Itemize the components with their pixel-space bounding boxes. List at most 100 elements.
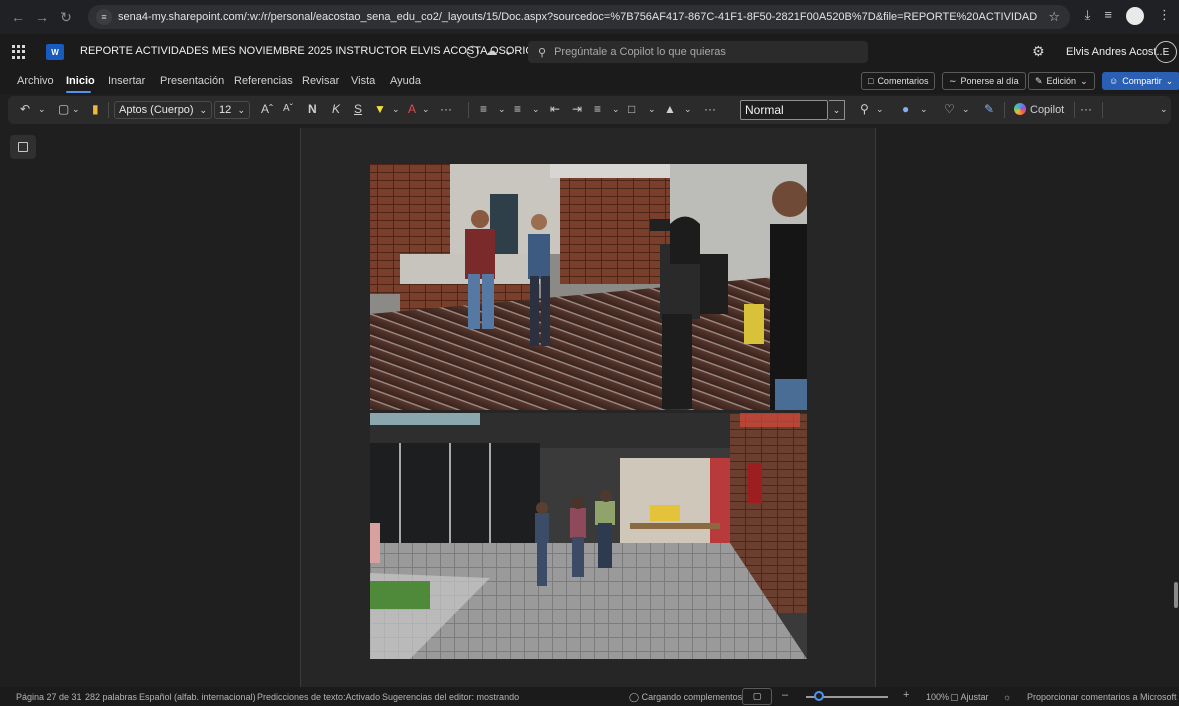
style-select[interactable]: Normal	[740, 100, 828, 120]
shield-icon[interactable]: ◯	[466, 44, 479, 58]
tab-vista[interactable]: Vista	[351, 75, 375, 87]
underline-button[interactable]: S	[354, 102, 362, 116]
chevron-down-icon[interactable]: ⌄	[829, 100, 845, 120]
focus-brightness-icon[interactable]: ☼	[1003, 692, 1011, 702]
chevron-down-icon[interactable]: ⌄	[72, 104, 80, 115]
fit-icon: ▢	[950, 692, 961, 702]
dictate-microphone-icon[interactable]: ●	[902, 102, 909, 116]
chevron-down-icon[interactable]: ⌄	[392, 104, 400, 115]
extensions-icon[interactable]: ≡	[1104, 7, 1112, 25]
tab-ayuda[interactable]: Ayuda	[390, 75, 421, 87]
zoom-slider-thumb[interactable]	[814, 691, 825, 701]
chevron-down-icon[interactable]: ⌄	[648, 104, 656, 115]
document-photo-indoor[interactable]	[370, 164, 807, 410]
fit-label: Ajustar	[960, 692, 989, 702]
font-name-select[interactable]: Aptos (Cuerpo) ⌄	[114, 101, 212, 119]
url-text[interactable]: sena4-my.sharepoint.com/:w:/r/personal/e…	[118, 11, 1038, 23]
forward-icon[interactable]: →	[32, 7, 52, 27]
user-name[interactable]: Elvis Andres Acost...	[1066, 46, 1166, 58]
back-icon[interactable]: ←	[8, 7, 28, 27]
more-options-icon[interactable]: ···	[1080, 102, 1092, 116]
catch-up-button[interactable]: ∼ Ponerse al día	[942, 72, 1026, 90]
download-icon[interactable]: ⤓	[1085, 7, 1091, 25]
chevron-down-icon[interactable]: ⌄	[962, 104, 970, 115]
font-size-value: 12	[219, 104, 232, 116]
font-color-icon[interactable]: A	[408, 102, 416, 116]
numbering-icon[interactable]: ≡	[514, 102, 521, 116]
zoom-level[interactable]: 100%	[926, 692, 949, 702]
cloud-sync-icon[interactable]: ☁	[485, 44, 497, 58]
chevron-down-icon[interactable]: ⌄	[503, 44, 513, 58]
undo-icon[interactable]: ↶	[20, 102, 30, 116]
tab-insertar[interactable]: Insertar	[108, 75, 145, 87]
document-photo-corridor[interactable]	[370, 413, 807, 659]
expand-ribbon-chevron-icon[interactable]: ⌄	[1160, 104, 1168, 115]
fit-button[interactable]: ▢ Ajustar	[950, 692, 989, 703]
editor-pen-icon[interactable]: ✎	[984, 102, 994, 116]
decrease-indent-icon[interactable]: ⇤	[550, 102, 560, 116]
address-bar[interactable]: ≡ sena4-my.sharepoint.com/:w:/r/personal…	[88, 5, 1070, 29]
font-size-select[interactable]: 12 ⌄	[214, 101, 250, 119]
more-font-options-icon[interactable]: ···	[440, 102, 452, 116]
user-avatar[interactable]: E	[1155, 41, 1177, 63]
chevron-down-icon[interactable]: ⌄	[920, 104, 928, 115]
shading-icon[interactable]: ▲	[664, 102, 676, 116]
copilot-label: Copilot	[1030, 104, 1065, 116]
chevron-down-icon[interactable]: ⌄	[532, 104, 540, 115]
find-icon[interactable]: ⚲	[860, 102, 869, 116]
more-paragraph-options-icon[interactable]: ···	[704, 102, 716, 116]
chevron-down-icon[interactable]: ⌄	[38, 104, 46, 115]
tab-referencias[interactable]: Referencias	[234, 75, 293, 87]
chevron-down-icon[interactable]: ⌄	[498, 104, 506, 115]
bookmark-star-icon[interactable]: ☆	[1048, 9, 1060, 25]
vertical-scrollbar-thumb[interactable]	[1174, 582, 1178, 608]
editor-suggestions-status[interactable]: Sugerencias del editor: mostrando	[382, 692, 519, 702]
tab-archivo[interactable]: Archivo	[17, 75, 54, 87]
sensitivity-icon[interactable]: ♡	[944, 102, 955, 116]
tab-inicio[interactable]: Inicio	[66, 75, 95, 87]
chevron-down-icon[interactable]: ⌄	[684, 104, 692, 115]
increase-indent-icon[interactable]: ⇥	[572, 102, 582, 116]
tab-presentacion[interactable]: Presentación	[160, 75, 224, 87]
copilot-button[interactable]: Copilot	[1014, 103, 1064, 116]
settings-gear-icon[interactable]: ⚙	[1032, 43, 1045, 60]
italic-button[interactable]: K	[332, 102, 340, 116]
editing-mode-button[interactable]: ✎ Edición ⌄	[1028, 72, 1095, 90]
page-view-button[interactable]: ▢	[742, 688, 772, 705]
word-count[interactable]: 282 palabras	[85, 692, 137, 702]
site-info-icon[interactable]: ≡	[96, 9, 112, 25]
loading-addins-status: ◯ Cargando complementos	[629, 692, 742, 703]
paste-icon[interactable]: ▢	[58, 102, 69, 116]
app-launcher-icon[interactable]	[12, 45, 26, 59]
app-title-bar: W REPORTE ACTIVIDADES MES NOVIEMBRE 2025…	[0, 34, 1179, 70]
tab-revisar[interactable]: Revisar	[302, 75, 339, 87]
highlight-color-icon[interactable]: ▼	[374, 102, 386, 116]
chevron-down-icon[interactable]: ⌄	[422, 104, 430, 115]
bullets-icon[interactable]: ≡	[480, 102, 487, 116]
chevron-down-icon[interactable]: ⌄	[876, 104, 884, 115]
comments-button[interactable]: □ Comentarios	[861, 72, 936, 90]
chevron-down-icon[interactable]: ⌄	[612, 104, 620, 115]
zoom-in-button[interactable]: +	[903, 689, 909, 701]
format-painter-icon[interactable]: ▮	[92, 102, 99, 116]
bold-button[interactable]: N	[308, 102, 317, 116]
grow-font-icon[interactable]: Aˆ	[261, 102, 273, 116]
align-icon[interactable]: ≡	[594, 102, 601, 116]
document-page[interactable]	[300, 128, 876, 687]
copilot-search-input[interactable]: ⚲ Pregúntale a Copilot lo que quieras	[528, 41, 868, 63]
browser-profile-avatar[interactable]	[1126, 7, 1144, 25]
browser-menu-icon[interactable]: ⋮	[1158, 7, 1171, 25]
share-label: Compartir	[1122, 76, 1162, 86]
shrink-font-icon[interactable]: Aˇ	[283, 103, 293, 114]
borders-icon[interactable]: □	[628, 102, 635, 116]
feedback-link[interactable]: Proporcionar comentarios a Microsoft	[1027, 692, 1177, 702]
text-predictions-status[interactable]: Predicciones de texto:Activado	[257, 692, 380, 702]
navigation-pane-button[interactable]	[10, 135, 36, 159]
page-info[interactable]: Página 27 de 31	[16, 692, 82, 702]
share-button[interactable]: ☺ Compartir ⌄	[1102, 72, 1179, 90]
browser-toolbar: ← → ↻ ≡ sena4-my.sharepoint.com/:w:/r/pe…	[0, 0, 1179, 34]
language-status[interactable]: Español (alfab. internacional)	[139, 692, 256, 702]
reload-icon[interactable]: ↻	[56, 7, 76, 27]
zoom-out-button[interactable]: –	[782, 689, 788, 701]
word-logo[interactable]: W	[46, 44, 64, 60]
